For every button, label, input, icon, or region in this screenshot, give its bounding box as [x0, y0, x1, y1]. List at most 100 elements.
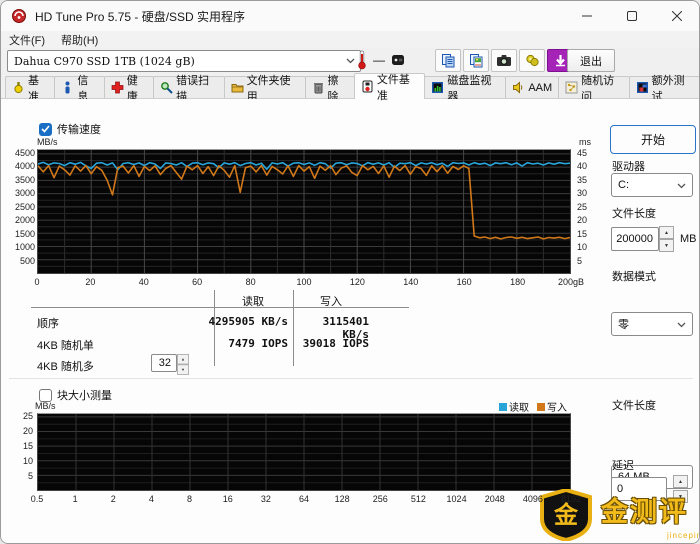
file-length-unit: MB [680, 233, 697, 245]
copy-image-button[interactable] [463, 49, 489, 72]
start-button[interactable]: 开始 [610, 125, 696, 154]
watermark-title: 金测评 [601, 497, 688, 527]
block-chart-legend: 读取 写入 [499, 399, 567, 414]
checkbox-unchecked-icon [39, 388, 52, 402]
tab-disk-monitor[interactable]: 磁盘监视器 [424, 75, 507, 103]
camera-icon [497, 55, 511, 66]
legend-write-item: 写入 [537, 399, 567, 414]
tab-info[interactable]: 信息 [54, 75, 105, 103]
spinner-up-icon[interactable]: ▲ [659, 226, 674, 239]
thermometer-icon [358, 50, 366, 69]
axis-tick-label: 25 [22, 411, 33, 421]
row-4kb-single-label: 4KB 随机单 [37, 340, 94, 352]
tab-aam[interactable]: AAM [505, 76, 560, 98]
axis-tick-label: 120 [349, 277, 365, 287]
axis-tick-label: 45 [577, 147, 588, 158]
file-length-value[interactable]: 200000 [611, 227, 659, 251]
table-column-divider [214, 290, 215, 366]
transfer-speed-label: 传输速度 [57, 124, 101, 136]
tab-folder-usage[interactable]: 文件夹使用 [223, 75, 306, 103]
latency-label: 延迟 [612, 460, 634, 472]
axis-tick-label: 3000 [14, 188, 35, 199]
axis-tick-label: 20 [577, 215, 588, 226]
axis-tick-label: 0.5 [30, 494, 44, 504]
row-4kb-multi-label: 4KB 随机多 [37, 361, 94, 373]
magnifier-icon [161, 82, 173, 94]
axis-tick-label: 160 [456, 277, 472, 287]
axis-tick-label: 200gB [557, 277, 585, 287]
exit-label: 退出 [580, 55, 602, 68]
drive-label: 驱动器 [612, 161, 645, 173]
tab-random-access[interactable]: 随机访问 [558, 75, 630, 103]
minimize-button[interactable] [564, 1, 609, 31]
menu-help[interactable]: 帮助(H) [53, 31, 106, 49]
random-single-write-value: 39018 IOPS [302, 337, 369, 350]
axis-tick-label: 1000 [14, 242, 35, 253]
watermark-url: jinceping.com [667, 531, 699, 540]
sequential-read-value: 4295905 KB/s [208, 315, 288, 328]
chevron-down-icon [677, 183, 686, 189]
axis-tick-label: 0 [34, 277, 40, 287]
spinner-down-icon[interactable]: ▼ [659, 239, 674, 252]
block-size-label: 块大小测量 [57, 390, 112, 402]
disk-monitor-icon [432, 82, 444, 93]
tab-file-benchmark[interactable]: 文件基准 [353, 73, 426, 102]
axis-tick-label: 25 [577, 201, 588, 212]
axis-tick-label: 2000 [14, 215, 35, 226]
axis-tick-label: 60 [192, 277, 203, 287]
drive-dropdown[interactable]: C: [611, 173, 693, 197]
legend-read-swatch [499, 403, 507, 411]
spinner-up-icon[interactable]: ▲ [673, 475, 688, 488]
queue-depth-value[interactable]: 32 [151, 354, 177, 372]
app-icon [12, 9, 26, 23]
axis-tick-label: 1024 [446, 494, 467, 504]
maximize-button[interactable] [609, 1, 654, 31]
chevron-down-icon [346, 58, 355, 64]
data-mode-dropdown[interactable]: 零 [611, 312, 693, 336]
random-single-read-value: 7479 IOPS [228, 337, 288, 350]
tab-erase[interactable]: 擦除 [304, 75, 355, 103]
tab-extra-tests[interactable]: 额外测试 [628, 75, 699, 103]
axis-tick-label: 32 [260, 494, 271, 504]
file-benchmark-icon [362, 80, 373, 93]
block-file-length-label: 文件长度 [612, 400, 656, 412]
close-button[interactable] [654, 1, 699, 31]
axis-tick-label: 20 [22, 426, 33, 436]
trash-icon [313, 83, 323, 94]
tab-error-scan[interactable]: 错误扫描 [153, 75, 225, 103]
temperature-display-icon [392, 54, 404, 65]
exit-button[interactable]: 退出 [567, 49, 615, 72]
axis-tick-label: 5 [577, 255, 583, 266]
axis-tick-label: 4500 [14, 147, 35, 158]
spinner-up-icon[interactable]: ▲ [177, 354, 189, 365]
tab-health[interactable]: 健康 [103, 75, 155, 103]
random-access-icon [565, 81, 578, 94]
axis-tick-label: 1 [72, 494, 78, 504]
axis-tick-label: 128 [334, 494, 350, 504]
axis-tick-label: 256 [372, 494, 388, 504]
drive-select-dropdown[interactable]: Dahua C970 SSD 1TB (1024 gB) [7, 50, 361, 72]
tab-benchmark[interactable]: 基准 [5, 75, 56, 103]
axis-tick-label: 15 [577, 228, 588, 239]
extra-tests-icon [636, 82, 648, 93]
axis-tick-label: 3500 [14, 174, 35, 185]
screenshot-button[interactable] [491, 49, 517, 72]
svg-text:金: 金 [553, 501, 579, 529]
axis-tick-label: 1500 [14, 228, 35, 239]
save-button[interactable] [519, 49, 545, 72]
queue-depth-spinner[interactable]: 32 ▲ ▼ [151, 354, 192, 380]
copy-image-icon [469, 54, 482, 68]
download-arrow-icon [555, 55, 565, 67]
copy-text-button[interactable] [435, 49, 461, 72]
axis-tick-label: 512 [410, 494, 426, 504]
table-col-write: 写入 [320, 296, 342, 308]
menu-file[interactable]: 文件(F) [1, 31, 53, 49]
tab-label: AAM [528, 81, 553, 94]
axis-tick-label: 100 [296, 277, 312, 287]
axis-tick-label: 180 [510, 277, 526, 287]
file-length-spinner[interactable]: 200000 ▲ ▼ MB [611, 226, 697, 252]
tab-bar: 基准 信息 健康 错误扫描 文件夹使用 擦除 文件基准 磁盘监视器 AAM 随机… [1, 73, 699, 103]
spinner-down-icon[interactable]: ▼ [177, 364, 189, 375]
table-col-read: 读取 [242, 296, 264, 308]
transfer-speed-checkbox[interactable]: 传输速度 [39, 121, 101, 137]
